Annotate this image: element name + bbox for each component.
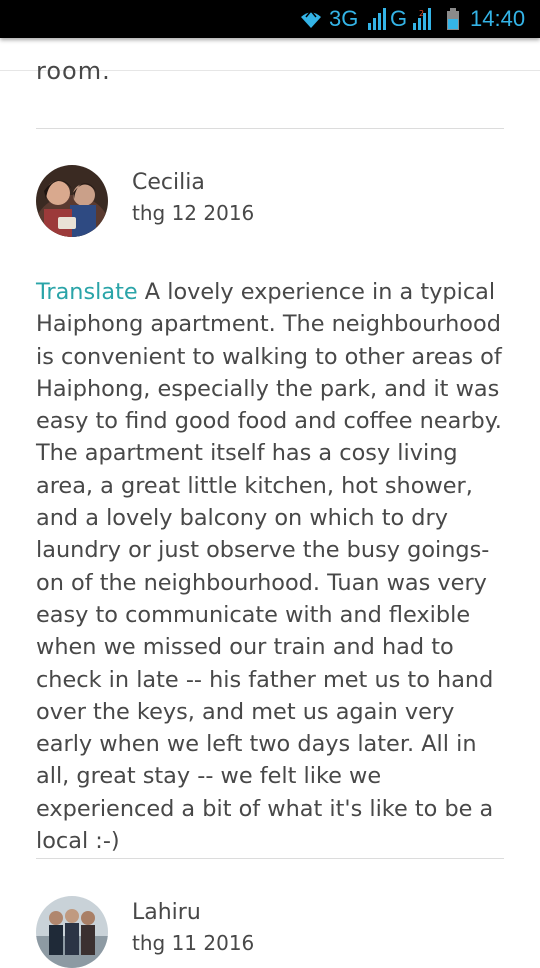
previous-review-text: room. (36, 57, 111, 85)
avatar[interactable] (36, 896, 108, 968)
network-g-label: G (390, 6, 408, 31)
status-bar: 3G G 2 14:40 (0, 0, 540, 38)
review-date: thg 12 2016 (132, 201, 255, 225)
battery-icon (446, 0, 460, 38)
reviewer-name[interactable]: Cecilia (132, 170, 205, 195)
review-date: thg 11 2016 (132, 931, 255, 955)
signal-strength-icon (367, 0, 389, 38)
clock: 14:40 (470, 6, 526, 31)
svg-text:2: 2 (419, 9, 424, 18)
review-body: Translate A lovely experience in a typic… (36, 276, 510, 857)
review-text: A lovely experience in a typical Haiphon… (36, 279, 502, 855)
avatar[interactable] (36, 165, 108, 237)
reviewer-name[interactable]: Lahiru (132, 900, 201, 925)
signal-strength-icon-2: 2 (412, 0, 438, 38)
review-divider (36, 128, 504, 129)
wifi-icon (298, 0, 324, 38)
translate-link[interactable]: Translate (36, 279, 138, 305)
review-divider (36, 858, 504, 859)
network-3g-label: 3G (329, 6, 359, 31)
